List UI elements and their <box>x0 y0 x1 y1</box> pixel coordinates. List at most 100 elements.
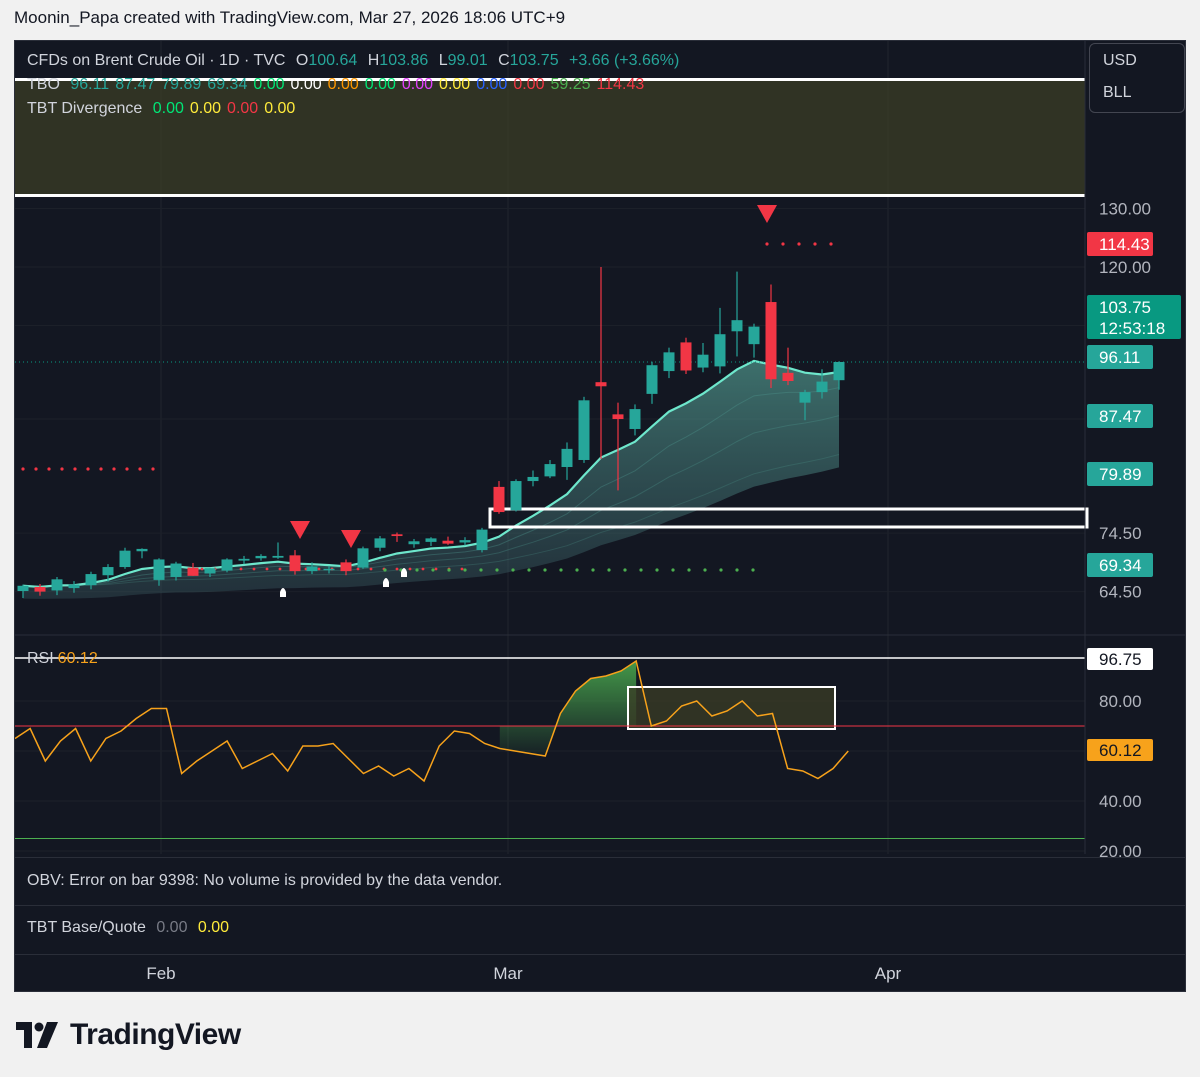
currency-unit-selector[interactable]: USD BLL <box>1089 43 1185 113</box>
candle-body <box>527 476 539 482</box>
rsi-overbought-fill <box>499 661 637 756</box>
candle-body <box>459 540 471 543</box>
legend-divergence[interactable]: TBT Divergence 0.00 0.00 0.00 0.00 <box>27 100 301 118</box>
candle-body <box>748 326 760 345</box>
tbt-base-value-1: 0.00 <box>156 919 188 936</box>
price-tag-value: 114.43 <box>1099 235 1150 254</box>
resistance-dot <box>781 242 785 246</box>
resistance-zone-bottom <box>15 194 1085 197</box>
resistance-dot <box>395 567 399 571</box>
legend-divergence-label: TBT Divergence <box>27 100 143 117</box>
legend-tbo-value-6: 0.00 <box>327 76 359 93</box>
support-dot <box>543 568 547 572</box>
legend-tbo-value-1: 87.47 <box>115 76 156 93</box>
support-dot <box>751 568 755 572</box>
candle-body <box>153 559 165 580</box>
legend-h-label: H <box>367 52 380 69</box>
support-dot <box>511 568 515 572</box>
legend-rsi[interactable]: RSI 60.12 <box>27 650 104 668</box>
legend-tbo-value-8: 0.00 <box>401 76 434 93</box>
candle-body <box>833 362 845 381</box>
obv-error-text: OBV: Error on bar 9398: No volume is pro… <box>27 872 503 889</box>
candle-body <box>595 382 607 387</box>
legend-symbol-title[interactable]: CFDs on Brent Crude Oil · 1D · TVC <box>27 52 285 69</box>
support-dot <box>495 568 499 572</box>
candle-body <box>408 541 420 545</box>
chart-canvas[interactable]: 64.5074.5094.00110.00120.00130.00114.431… <box>15 41 1185 991</box>
candle-body <box>340 562 352 572</box>
legend-tbo[interactable]: TBO 96.11 87.47 79.89 69.34 0.00 0.00 0.00 0.00… <box>27 76 650 94</box>
tradingview-logo[interactable]: TradingView <box>16 1018 241 1052</box>
resistance-dot <box>73 467 77 471</box>
legend-low: 99.01 <box>447 52 488 69</box>
legend-tbo-label: TBO <box>27 76 60 93</box>
support-dot <box>527 568 531 572</box>
resistance-dot <box>151 467 155 471</box>
price-axis-tick: 130.00 <box>1099 199 1151 218</box>
candle-body <box>272 555 284 558</box>
resistance-dot <box>265 567 269 571</box>
support-dot <box>559 568 563 572</box>
candle-body <box>782 372 794 382</box>
resistance-dot <box>86 467 90 471</box>
resistance-dot <box>408 567 412 571</box>
candle-body <box>629 409 641 429</box>
candle-body <box>357 548 369 568</box>
legend-tbo-value-10: 0.00 <box>476 76 508 93</box>
rsi-value: 60.12 <box>57 650 98 667</box>
time-axis-label: Mar <box>493 964 523 983</box>
resistance-dot <box>434 567 438 571</box>
legend-tbo-value-13: 114.43 <box>596 76 645 93</box>
support-dot <box>735 568 739 572</box>
legend-divergence-value-2: 0.00 <box>227 100 259 117</box>
currency-label[interactable]: USD <box>1090 44 1184 76</box>
candle-body <box>561 448 573 468</box>
legend-tbo-value-3: 69.34 <box>207 76 248 93</box>
chart-frame[interactable]: 64.5074.5094.00110.00120.00130.00114.431… <box>14 40 1186 992</box>
tradingview-logo-icon <box>16 1022 58 1048</box>
pane-separator[interactable] <box>15 905 1185 906</box>
candle-body <box>425 538 437 542</box>
legend-high: 103.86 <box>379 52 429 69</box>
support-dot <box>383 568 387 572</box>
candle-body <box>323 568 335 571</box>
resistance-dot <box>278 567 282 571</box>
candle-body <box>391 534 403 537</box>
rsi-axis-tick: 80.00 <box>1099 692 1142 711</box>
price-tag-value: 79.89 <box>1099 465 1142 484</box>
resistance-dot <box>356 567 360 571</box>
candle-body <box>85 574 97 586</box>
candle-body <box>119 550 131 568</box>
legend-tbo-value-12: 59.25 <box>550 76 591 93</box>
legend-tbt-base[interactable]: TBT Base/Quote 0.00 0.00 <box>27 919 229 937</box>
price-axis-tick: 120.00 <box>1099 258 1151 277</box>
candle-body <box>34 586 46 592</box>
candle-body <box>612 414 624 420</box>
buy-marker <box>280 588 286 597</box>
price-tag-value: 87.47 <box>1099 407 1142 426</box>
candle-body <box>374 538 386 548</box>
legend-tbo-value-11: 0.00 <box>513 76 545 93</box>
tbt-base-value-2: 0.00 <box>197 919 230 936</box>
candle-body <box>731 320 743 332</box>
pane-separator[interactable] <box>15 954 1185 955</box>
resistance-zone <box>15 79 1085 195</box>
unit-label[interactable]: BLL <box>1090 76 1184 108</box>
legend-o-label: O <box>295 52 309 69</box>
candle-body <box>204 568 216 574</box>
support-dot <box>607 568 611 572</box>
support-dot <box>655 568 659 572</box>
candle-body <box>442 540 454 544</box>
resistance-dot <box>369 567 373 571</box>
legend-divergence-value-3: 0.00 <box>264 100 296 117</box>
resistance-dot <box>317 567 321 571</box>
candle-body <box>68 584 80 589</box>
legend-divergence-value-1: 0.00 <box>189 100 222 117</box>
legend-tbo-value-0: 96.11 <box>70 76 110 93</box>
candle-body <box>17 585 29 592</box>
pane-separator[interactable] <box>15 857 1185 858</box>
price-tag-countdown: 12:53:18 <box>1099 319 1165 338</box>
resistance-dot <box>252 567 256 571</box>
price-axis-tick: 64.50 <box>1099 583 1142 602</box>
candle-body <box>663 352 675 372</box>
